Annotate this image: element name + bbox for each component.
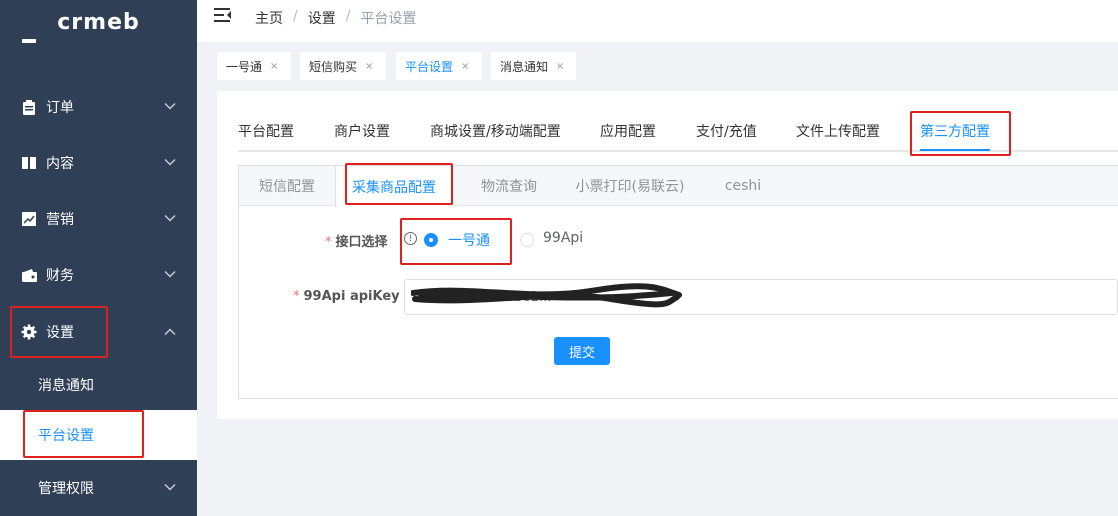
redaction-scribble (411, 283, 682, 308)
info-icon[interactable]: ! (404, 232, 417, 245)
settings-card: 平台配置 商户设置 商城设置/移动端配置 应用配置 支付/充值 文件上传配置 第… (217, 91, 1118, 419)
sidebar-item-label: 财务 (46, 268, 74, 284)
tab-merchant-settings[interactable]: 商户设置 (334, 121, 390, 141)
close-icon[interactable]: × (461, 61, 469, 72)
book-icon (21, 155, 37, 171)
inner-tab-bar: 短信配置 采集商品配置 物流查询 小票打印(易联云) ceshi (239, 166, 1118, 207)
tab-app-config[interactable]: 应用配置 (600, 121, 656, 141)
tag-label: 一号通 (226, 59, 263, 74)
chevron-up-icon (164, 326, 176, 339)
sidebar-item-label: 管理权限 (38, 481, 94, 497)
chevron-down-icon (164, 213, 176, 226)
sidebar-item-finance[interactable]: 财务 (0, 247, 197, 303)
tag-platform-settings[interactable]: 平台设置 × (396, 52, 482, 80)
active-tab-indicator (920, 149, 990, 151)
chart-icon (21, 211, 37, 227)
close-icon[interactable]: × (270, 61, 278, 72)
tab-upload-config[interactable]: 文件上传配置 (796, 121, 880, 141)
inner-tab-panel: 短信配置 采集商品配置 物流查询 小票打印(易联云) ceshi * 接口选择 !… (238, 165, 1118, 399)
submit-button[interactable]: 提交 (554, 337, 610, 365)
sidebar-item-settings[interactable]: 设置 (0, 304, 197, 360)
tag-yihaotong[interactable]: 一号通 × (217, 52, 291, 80)
tag-sms-purchase[interactable]: 短信购买 × (300, 52, 386, 80)
clipboard-icon (21, 99, 37, 115)
inner-tab-ceshi[interactable]: ceshi (713, 166, 773, 206)
sidebar-item-permissions[interactable]: 管理权限 (0, 460, 197, 516)
sidebar-subitem-label: 平台设置 (38, 428, 94, 444)
inner-tab-sms-config[interactable]: 短信配置 (239, 166, 335, 206)
inner-tab-receipt-print[interactable]: 小票打印(易联云) (565, 166, 695, 206)
close-icon[interactable]: × (365, 61, 373, 72)
sidebar-subitem-platform-settings[interactable]: 平台设置 (0, 410, 197, 460)
breadcrumb-current: 平台设置 (360, 11, 417, 27)
chevron-down-icon (164, 157, 176, 170)
tag-label: 短信购买 (309, 59, 358, 74)
sidebar-subitem-notifications[interactable]: 消息通知 (0, 360, 197, 410)
radio-99api[interactable] (520, 233, 534, 247)
sidebar-item-label: 订单 (46, 100, 74, 116)
radio-label-99api[interactable]: 99Api (543, 230, 583, 246)
tag-label: 平台设置 (405, 59, 454, 74)
tab-mall-settings[interactable]: 商城设置/移动端配置 (430, 121, 561, 141)
sidebar-subitem-label: 消息通知 (38, 378, 94, 394)
radio-yihaotong[interactable] (424, 233, 438, 247)
api-key-label: * 99Api apiKey (293, 289, 400, 304)
menu-icon (21, 34, 37, 50)
sidebar-item-label: 营销 (46, 212, 74, 228)
gear-icon (21, 324, 37, 340)
config-tabs: 平台配置 商户设置 商城设置/移动端配置 应用配置 支付/充值 文件上传配置 第… (238, 121, 1118, 152)
chevron-down-icon (164, 482, 176, 495)
tab-third-party-config[interactable]: 第三方配置 (920, 121, 990, 141)
inner-tab-logistics[interactable]: 物流查询 (465, 166, 553, 206)
inner-tab-collect-goods-config[interactable]: 采集商品配置 (335, 166, 453, 207)
radio-label-yihaotong[interactable]: 一号通 (448, 230, 490, 250)
sidebar-item-label: 内容 (46, 156, 74, 172)
sidebar-item-marketing[interactable]: 营销 (0, 191, 197, 247)
top-header: 主页 / 设置 / 平台设置 (197, 0, 1118, 42)
tab-payment[interactable]: 支付/充值 (696, 121, 757, 141)
sidebar-item-hidden[interactable] (0, 26, 197, 60)
breadcrumb-home[interactable]: 主页 (255, 8, 283, 28)
sidebar: crmeb 订单 内容 营销 财务 设置 消息通知 平台设置 管理权限 (0, 0, 197, 516)
sidebar-item-label: 设置 (46, 325, 74, 341)
tag-notifications[interactable]: 消息通知 × (491, 52, 576, 80)
tag-label: 消息通知 (500, 59, 549, 74)
sidebar-item-content[interactable]: 内容 (0, 135, 197, 191)
close-icon[interactable]: × (556, 61, 564, 72)
breadcrumb-settings[interactable]: 设置 (308, 8, 336, 28)
tab-platform-config[interactable]: 平台配置 (238, 121, 294, 141)
chevron-down-icon (164, 101, 176, 114)
chevron-down-icon (164, 269, 176, 282)
sidebar-item-orders[interactable]: 订单 (0, 79, 197, 135)
menu-toggle-icon[interactable] (214, 8, 232, 22)
breadcrumb: 主页 / 设置 / 平台设置 (255, 8, 417, 28)
wallet-icon (21, 267, 37, 283)
api-choice-label: * 接口选择 (325, 235, 388, 250)
